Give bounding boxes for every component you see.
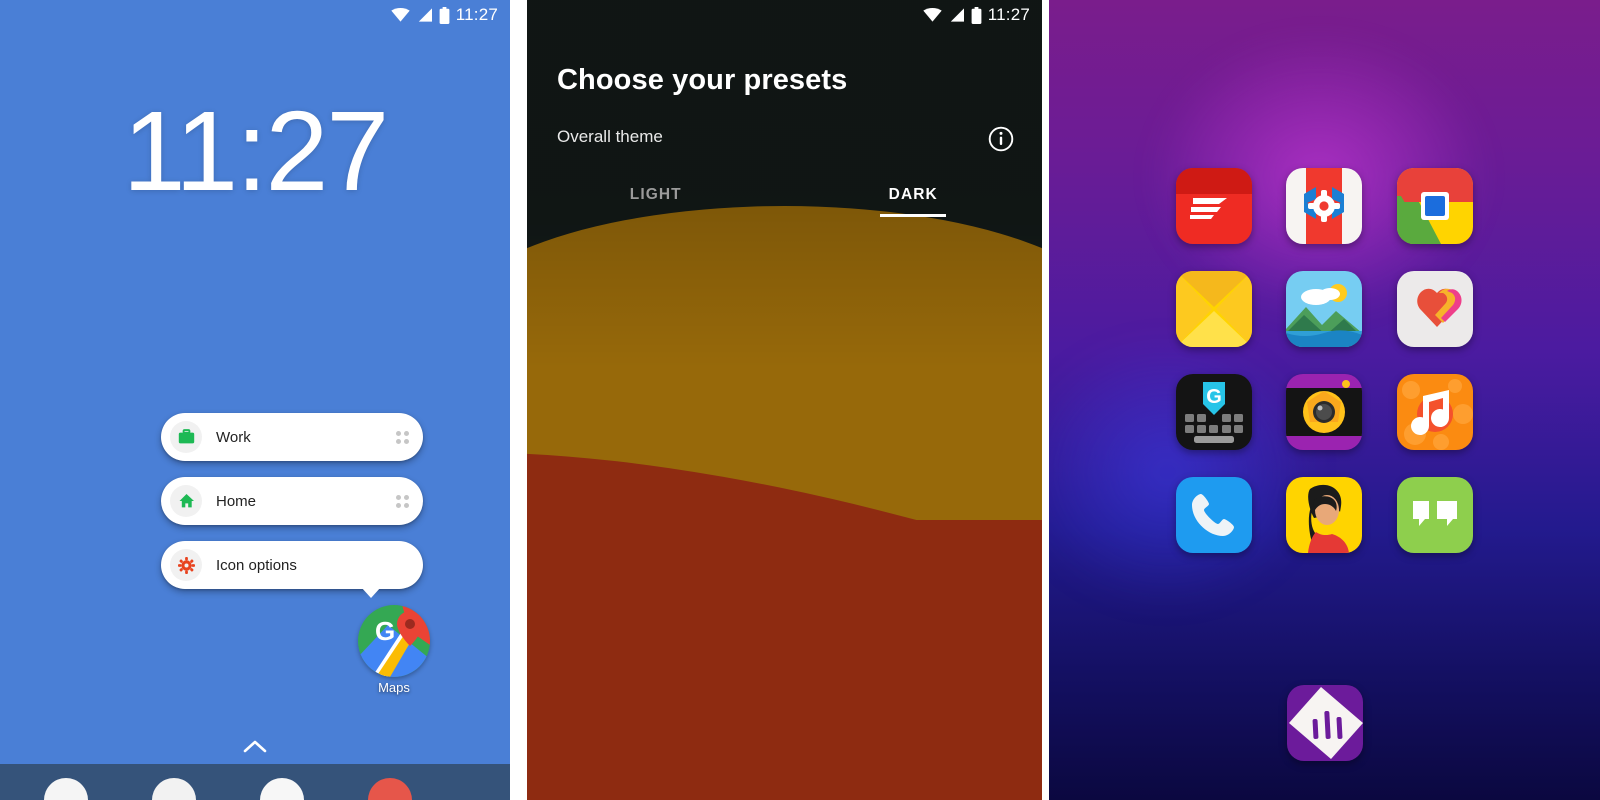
signal-icon [948,8,965,22]
chrome-browser-icon[interactable] [1396,168,1473,244]
battery-icon [971,6,982,24]
battery-icon [439,6,450,24]
app-icon-maps[interactable]: G Maps [358,605,430,695]
messages-icon[interactable] [1396,477,1473,553]
health-heart-icon[interactable] [1396,271,1473,347]
drag-handle-icon[interactable] [396,494,409,508]
shortcut-label: Work [216,428,251,446]
section-label: Overall theme [557,127,663,146]
settings-tweaker-icon[interactable] [1286,168,1363,244]
home-dock-bar [0,764,510,800]
panel-divider-1 [510,0,527,800]
svg-text:G: G [375,616,395,646]
email-icon[interactable] [1176,271,1253,347]
shortcut-label: Home [216,492,257,510]
signal-icon [416,8,433,22]
status-bar: 11:27 [0,0,510,30]
gboard-keyboard-icon[interactable]: G [1176,374,1253,450]
briefcase-icon [170,421,202,453]
camera-icon[interactable] [1286,374,1363,450]
tab-label: LIGHT [629,186,682,203]
panel-divider-2 [1042,0,1049,800]
app-label: Maps [378,680,410,695]
dock-app-1[interactable] [44,778,88,800]
gallery-photos-icon[interactable] [1286,271,1363,347]
shortcut-label: Icon options [216,556,297,574]
stats-bars-icon[interactable] [1286,685,1363,761]
panel-icon-pack-home: G [1049,0,1600,800]
lockscreen-clock: 11:27 [122,88,389,214]
news-reader-icon[interactable] [1176,168,1253,244]
status-time: 11:27 [455,5,498,24]
page-title: Choose your presets [557,64,848,96]
dock-app-2[interactable] [152,778,196,800]
shortcut-item-home[interactable]: Home [161,477,423,525]
google-maps-icon: G [358,605,430,677]
info-icon[interactable] [988,126,1014,152]
app-icon-grid: G [1049,168,1600,553]
drag-handle-icon[interactable] [396,430,409,444]
contacts-person-icon[interactable] [1286,477,1363,553]
tab-dark[interactable]: DARK [785,186,1043,230]
chevron-up-icon[interactable] [0,740,510,758]
shortcut-item-work[interactable]: Work [161,413,423,461]
wifi-icon [923,8,942,22]
status-bar: 11:27 [527,0,1042,30]
panel-home-screen-shortcuts: 11:27 11:27 Work Home Icon options G Map… [0,0,510,800]
theme-tabs: LIGHT DARK [527,186,1042,230]
presets-content: Choose your presets Overall theme LIGHT … [527,0,1042,800]
gear-icon [170,549,202,581]
home-icon [170,485,202,517]
dock-app-4[interactable] [368,778,412,800]
shortcut-item-icon-options[interactable]: Icon options [161,541,423,598]
wifi-icon [391,8,410,22]
tab-label: DARK [888,186,938,203]
music-player-icon[interactable] [1396,374,1473,450]
tab-light[interactable]: LIGHT [527,186,785,230]
dock-app-3[interactable] [260,778,304,800]
panel-choose-presets: 11:27 Choose your presets Overall theme … [527,0,1042,800]
popup-tail [361,587,381,598]
status-time: 11:27 [987,5,1030,24]
app-shortcut-popup: Work Home Icon options [161,413,423,605]
svg-text:G: G [1206,386,1222,408]
screenshot-strip: 11:27 11:27 Work Home Icon options G Map… [0,0,1600,800]
tab-underline [880,214,947,217]
phone-dialer-icon[interactable] [1176,477,1253,553]
